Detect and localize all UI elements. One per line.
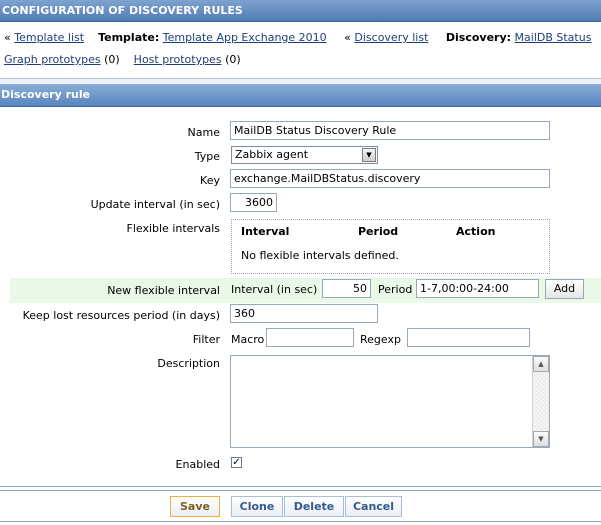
regexp-label: Regexp [360, 333, 401, 346]
flex-col-period: Period [358, 225, 399, 238]
discovery-link[interactable]: MailDB Status [515, 31, 592, 44]
update-interval-label: Update interval (in sec) [90, 198, 220, 211]
cancel-button[interactable]: Cancel [345, 496, 402, 517]
regexp-input[interactable] [407, 328, 530, 347]
add-flex-button[interactable]: Add [545, 279, 584, 299]
template-label: Template: [98, 31, 160, 44]
name-input[interactable]: MailDB Status Discovery Rule [230, 121, 550, 140]
footer-divider [0, 490, 601, 491]
new-flex-period-input[interactable]: 1-7,00:00-24:00 [416, 279, 539, 298]
graph-prototypes-link[interactable]: Graph prototypes [4, 53, 101, 66]
flex-col-interval: Interval [241, 225, 290, 238]
description-textarea[interactable]: ▲ ▼ [230, 355, 550, 448]
type-select-value: Zabbix agent [235, 148, 309, 161]
description-scrollbar[interactable]: ▲ ▼ [532, 356, 549, 447]
key-label: Key [200, 174, 220, 187]
template-list-link[interactable]: Template list [14, 31, 84, 44]
footer-divider [0, 486, 601, 487]
name-label: Name [187, 126, 220, 139]
clone-button[interactable]: Clone [231, 496, 283, 517]
discovery-list-link[interactable]: Discovery list [354, 31, 428, 44]
type-select[interactable]: Zabbix agent ▼ [231, 146, 378, 164]
enabled-label: Enabled [175, 458, 220, 471]
discovery-label: Discovery: [445, 31, 512, 44]
prototype-links: Graph prototypes (0) Host prototypes (0) [4, 53, 241, 66]
host-prototypes-count: (0) [225, 53, 241, 66]
type-label: Type [194, 150, 220, 163]
new-flex-label: New flexible interval [107, 284, 220, 297]
breadcrumb: « Template list Template: Template App E… [4, 31, 591, 44]
page-title: CONFIGURATION OF DISCOVERY RULES [2, 4, 243, 17]
new-flex-period-label: Period [378, 283, 413, 296]
template-link[interactable]: Template App Exchange 2010 [163, 31, 327, 44]
new-flex-interval-input[interactable]: 50 [322, 279, 371, 298]
keep-lost-label: Keep lost resources period (in days) [22, 309, 220, 322]
scroll-down-icon[interactable]: ▼ [533, 431, 549, 447]
flex-empty-message: No flexible intervals defined. [241, 249, 399, 262]
new-flex-interval-label: Interval (in sec) [231, 283, 318, 296]
back-marker: « [4, 31, 11, 44]
section-title: Discovery rule [1, 88, 91, 101]
save-button[interactable]: Save [170, 496, 220, 517]
section-header: Discovery rule [0, 84, 601, 107]
chevron-down-icon[interactable]: ▼ [362, 148, 376, 162]
filter-label: Filter [192, 333, 220, 346]
update-interval-input[interactable]: 3600 [230, 193, 277, 212]
scroll-up-icon[interactable]: ▲ [533, 356, 549, 372]
macro-input[interactable] [266, 328, 354, 347]
graph-prototypes-count: (0) [104, 53, 120, 66]
delete-button[interactable]: Delete [284, 496, 344, 517]
flex-col-action: Action [456, 225, 496, 238]
keep-lost-input[interactable]: 360 [230, 304, 378, 323]
macro-label: Macro [231, 333, 265, 346]
flexible-intervals-label: Flexible intervals [126, 222, 221, 235]
key-input[interactable]: exchange.MailDBStatus.discovery [230, 169, 550, 188]
description-label: Description [157, 357, 220, 370]
enabled-checkbox[interactable]: ✓ [231, 457, 242, 468]
footer-divider [0, 521, 601, 522]
flexible-intervals-table: Interval Period Action No flexible inter… [231, 219, 550, 274]
page-header: CONFIGURATION OF DISCOVERY RULES [0, 0, 601, 22]
host-prototypes-link[interactable]: Host prototypes [134, 53, 222, 66]
checkmark-icon: ✓ [232, 457, 241, 468]
back-marker: « [344, 31, 351, 44]
